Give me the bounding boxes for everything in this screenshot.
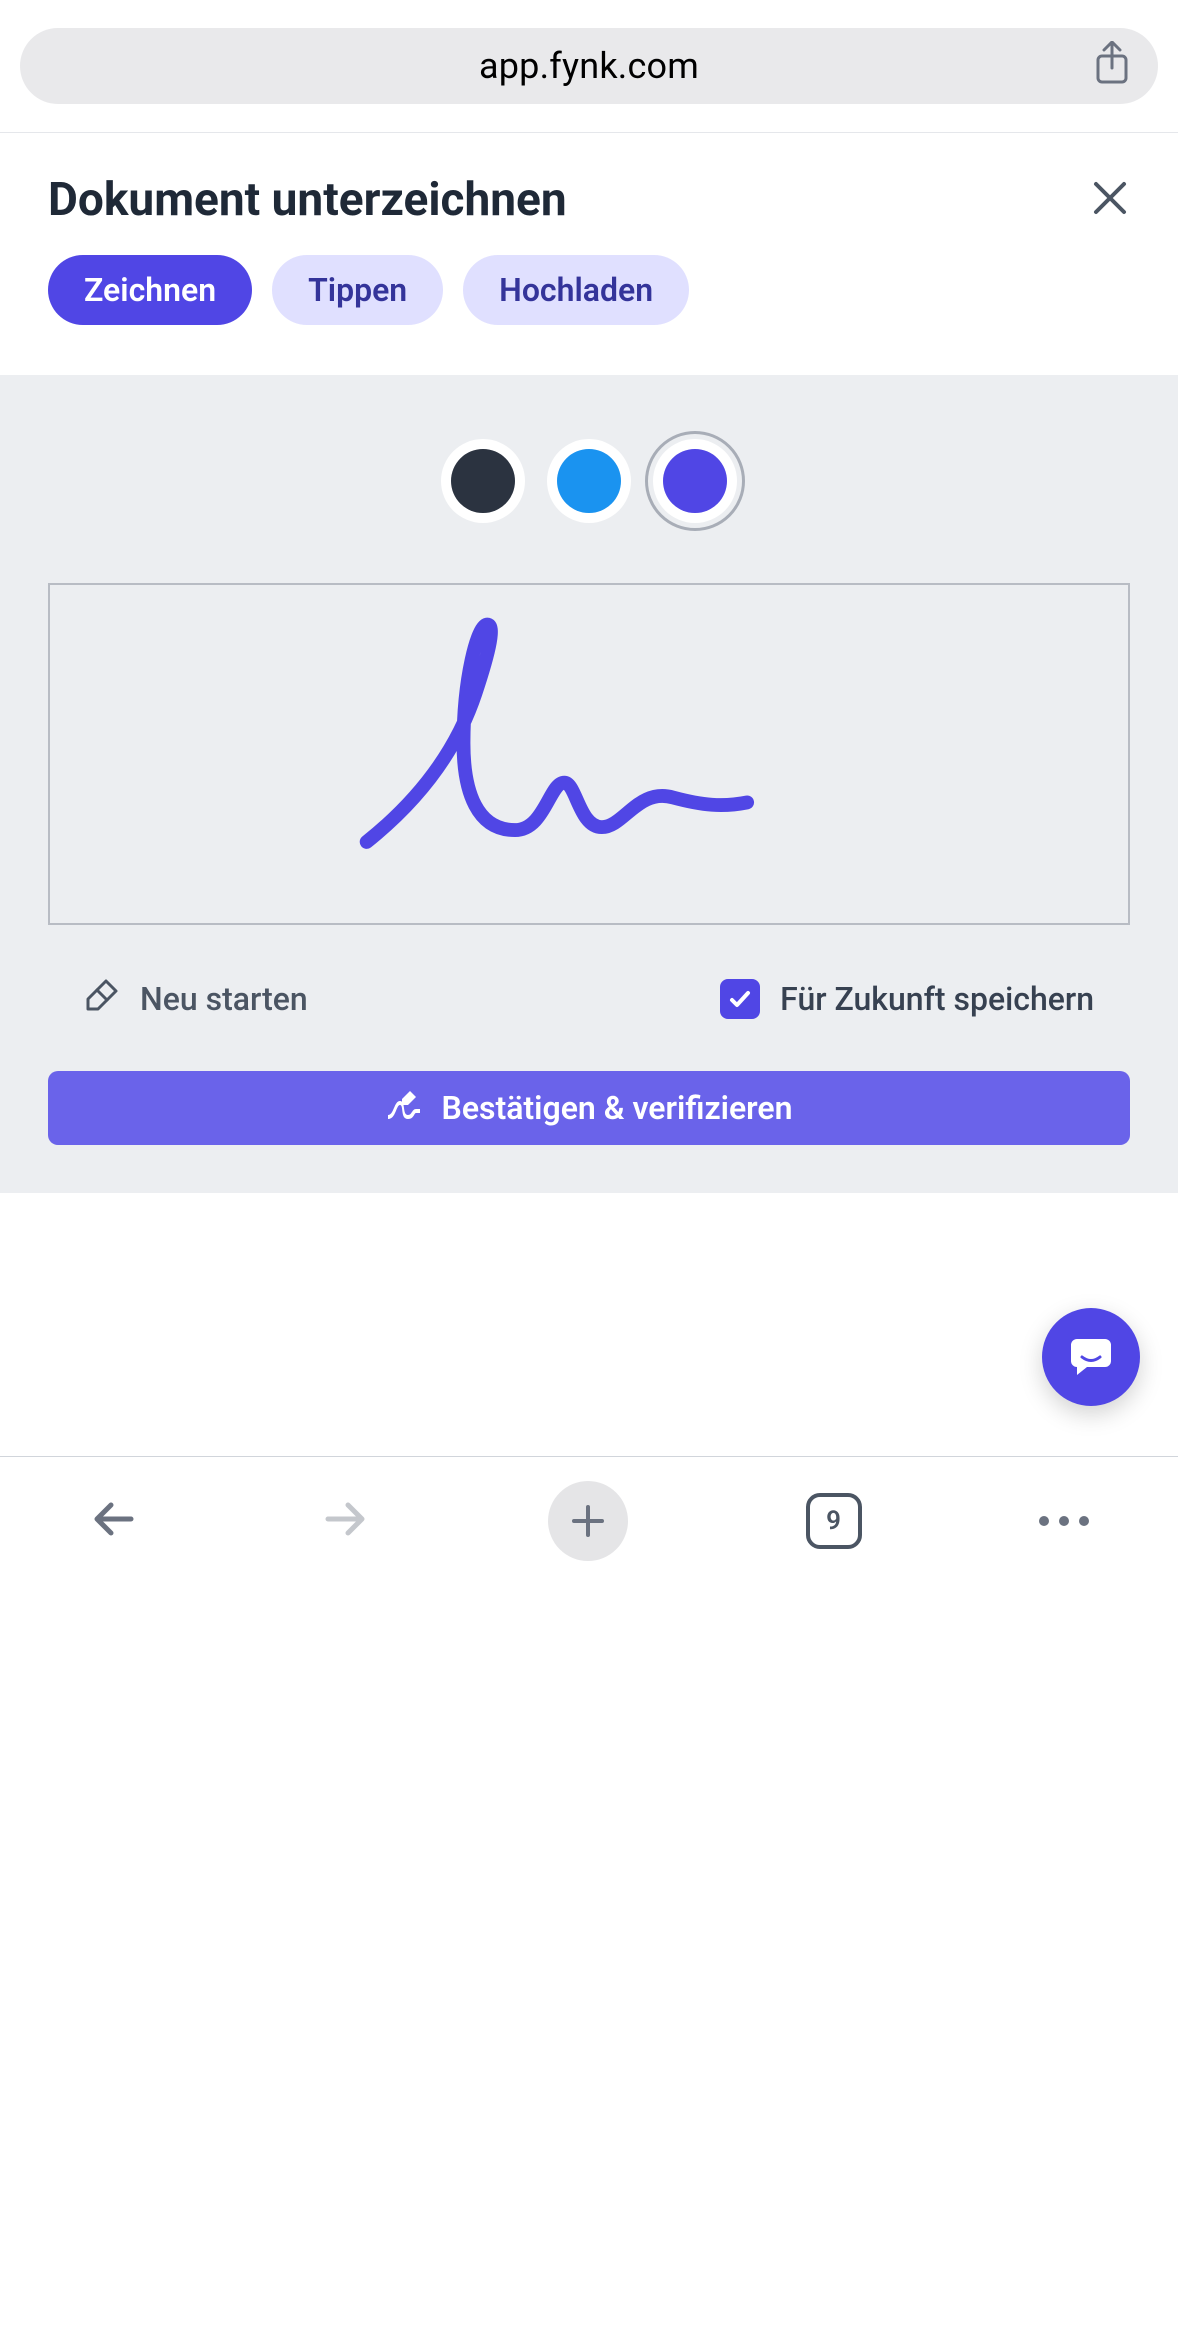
signature-actions: Neu starten Für Zukunft speichern xyxy=(48,977,1130,1021)
back-button[interactable] xyxy=(89,1493,141,1549)
color-option-indigo[interactable] xyxy=(663,449,727,513)
page-title: Dokument unterzeichnen xyxy=(48,173,567,227)
address-bar[interactable]: app.fynk.com xyxy=(20,28,1158,104)
save-future-label: Für Zukunft speichern xyxy=(780,980,1094,1018)
tab-type[interactable]: Tippen xyxy=(272,255,443,325)
browser-address-bar: app.fynk.com xyxy=(0,0,1178,133)
back-arrow-icon xyxy=(89,1493,141,1545)
color-picker xyxy=(48,449,1130,513)
modal-header: Dokument unterzeichnen xyxy=(0,133,1178,255)
signature-panel: Neu starten Für Zukunft speichern Bestät… xyxy=(0,375,1178,1193)
tab-label: Tippen xyxy=(308,271,407,309)
tab-label: Hochladen xyxy=(499,271,653,309)
close-icon[interactable] xyxy=(1090,178,1130,222)
signature-stroke xyxy=(50,585,1128,923)
chat-icon xyxy=(1067,1331,1115,1383)
more-icon xyxy=(1059,1516,1069,1526)
confirm-verify-button[interactable]: Bestätigen & verifizieren xyxy=(48,1071,1130,1145)
tab-draw[interactable]: Zeichnen xyxy=(48,255,252,325)
signature-canvas[interactable] xyxy=(48,583,1130,925)
forward-button[interactable] xyxy=(318,1493,370,1549)
restart-label: Neu starten xyxy=(140,980,308,1018)
eraser-icon xyxy=(84,977,120,1021)
color-option-dark[interactable] xyxy=(451,449,515,513)
plus-icon xyxy=(568,1501,608,1541)
chat-fab[interactable] xyxy=(1042,1308,1140,1406)
address-url: app.fynk.com xyxy=(479,45,699,87)
tab-count-value: 9 xyxy=(826,1506,841,1536)
share-icon[interactable] xyxy=(1092,41,1132,91)
save-future-toggle[interactable]: Für Zukunft speichern xyxy=(720,979,1094,1019)
forward-arrow-icon xyxy=(318,1493,370,1545)
confirm-label: Bestätigen & verifizieren xyxy=(442,1089,793,1127)
signature-mode-tabs: Zeichnen Tippen Hochladen xyxy=(0,255,1178,375)
color-option-blue[interactable] xyxy=(557,449,621,513)
signature-icon xyxy=(386,1089,422,1127)
more-icon xyxy=(1039,1516,1049,1526)
restart-button[interactable]: Neu starten xyxy=(84,977,308,1021)
browser-bottom-toolbar: 9 xyxy=(0,1456,1178,1585)
tab-label: Zeichnen xyxy=(84,271,216,309)
checkbox-checked[interactable] xyxy=(720,979,760,1019)
new-tab-button[interactable] xyxy=(548,1481,628,1561)
tab-count-button[interactable]: 9 xyxy=(806,1493,862,1549)
more-menu-button[interactable] xyxy=(1039,1516,1089,1526)
tab-upload[interactable]: Hochladen xyxy=(463,255,689,325)
check-icon xyxy=(728,987,752,1011)
more-icon xyxy=(1079,1516,1089,1526)
